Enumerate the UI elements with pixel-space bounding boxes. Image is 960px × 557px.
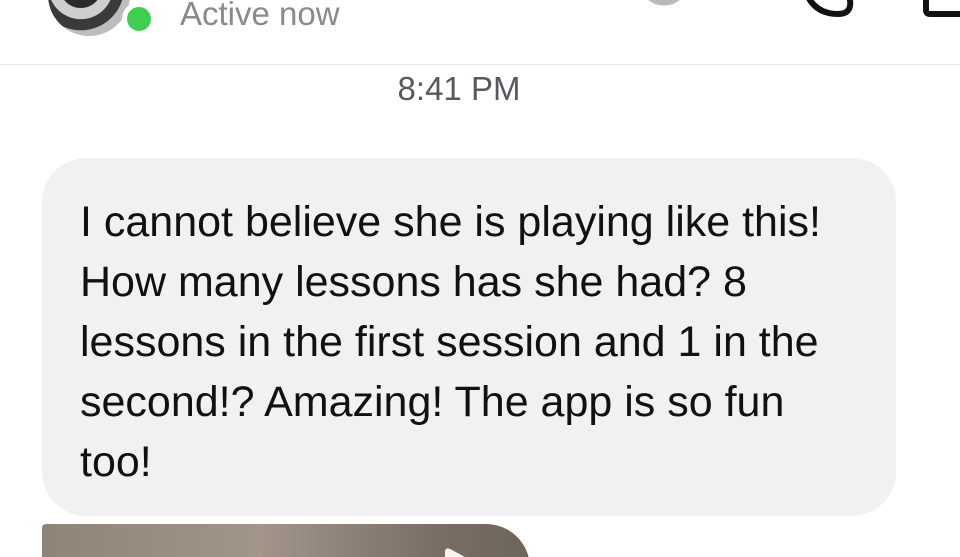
avatar[interactable]: [48, 0, 130, 36]
message-text: I cannot believe she is playing like thi…: [80, 198, 833, 486]
chat-header: Active now: [0, 0, 960, 65]
message-bubble[interactable]: I cannot believe she is playing like thi…: [42, 158, 896, 516]
video-camera-icon[interactable]: [798, 0, 858, 20]
phone-icon[interactable]: [632, 0, 702, 20]
chat-screen: Active now 8:41 PM I cannot believe she …: [0, 0, 960, 557]
play-icon[interactable]: [442, 546, 482, 557]
presence-dot: [122, 2, 156, 36]
active-status: Active now: [180, 0, 340, 32]
info-icon[interactable]: [920, 0, 960, 20]
message-timestamp: 8:41 PM: [397, 70, 521, 107]
